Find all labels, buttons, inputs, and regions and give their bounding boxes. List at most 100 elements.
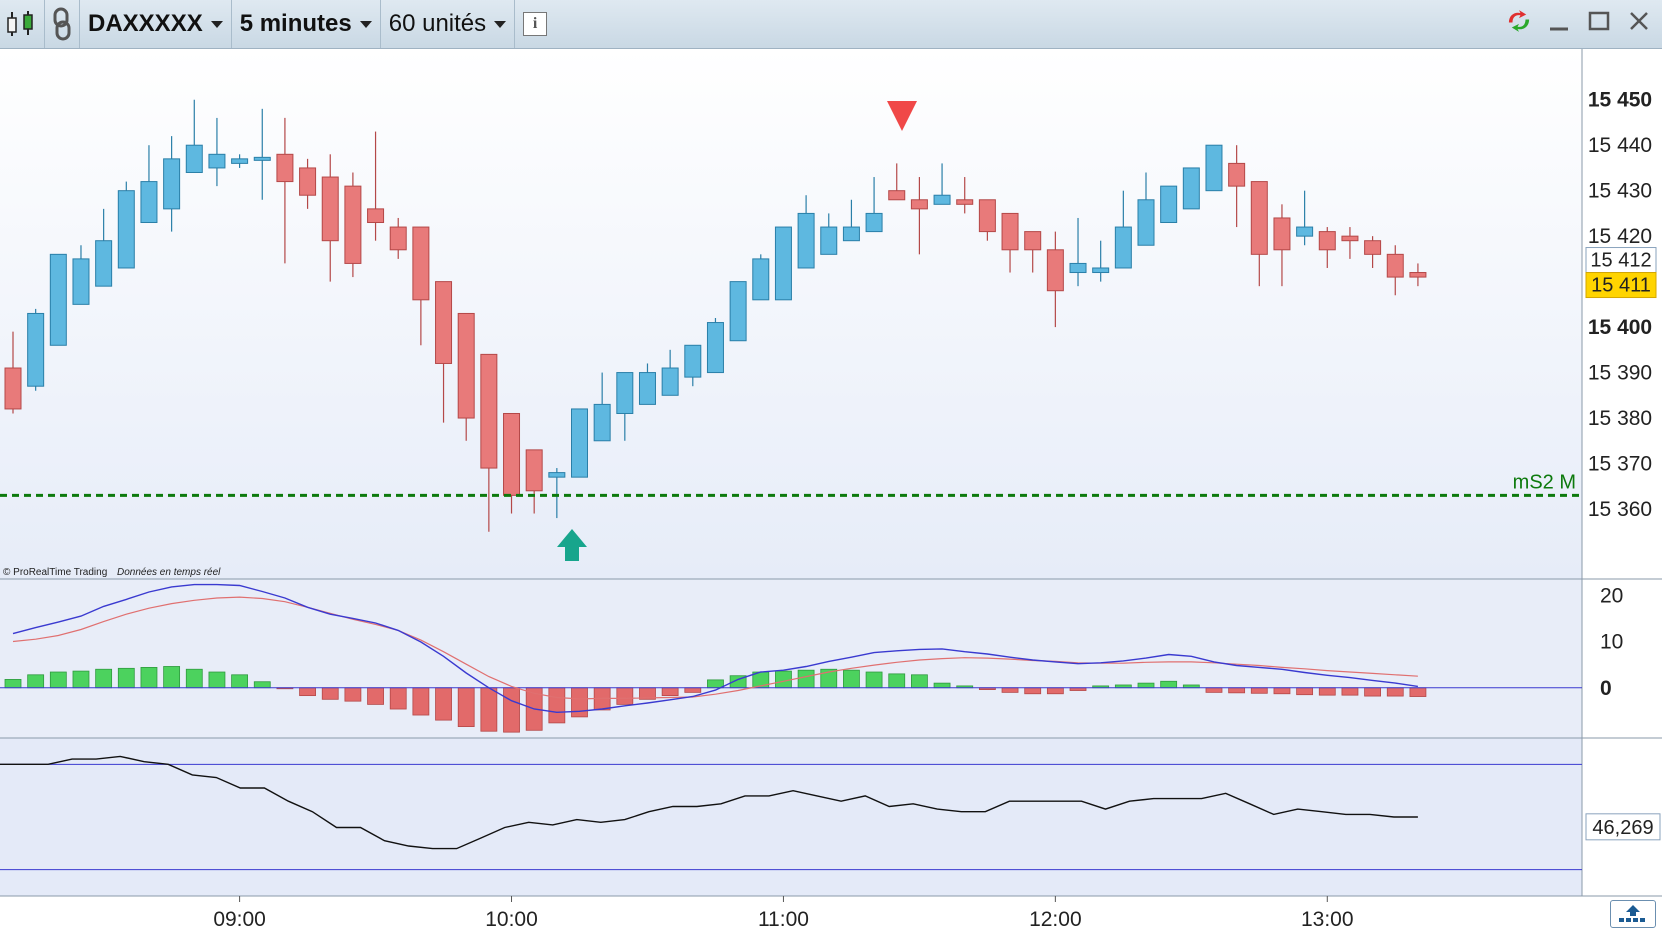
candle-body [276, 153, 294, 183]
close-button[interactable] [1626, 8, 1652, 34]
histogram-bar [299, 687, 316, 697]
time-tick-label: 10:00 [485, 908, 538, 931]
candle-body [1386, 253, 1404, 278]
candle-body [706, 322, 724, 374]
candle-body [1273, 217, 1291, 251]
histogram-bar [208, 671, 226, 689]
candle-body [1001, 212, 1019, 251]
histogram-tick-label: 20 [1600, 584, 1623, 607]
units-selector[interactable]: 60 unités [381, 0, 516, 48]
candle-body [389, 226, 407, 251]
histogram-bar [4, 679, 22, 689]
instrument-selector[interactable]: DAXXXXX [80, 0, 232, 48]
candle-body [1205, 144, 1223, 192]
candle-body [1114, 226, 1132, 269]
close-icon [1630, 12, 1648, 30]
histogram-bar [797, 669, 815, 689]
histogram-bar [1364, 687, 1381, 697]
scroll-end-icon [1619, 905, 1645, 922]
support-level-label: mS2 M [1513, 471, 1576, 493]
info-button[interactable]: i [515, 0, 555, 48]
candle-body [1160, 185, 1178, 224]
histogram-panel [0, 579, 1582, 738]
price-tick-label: 15 440 [1588, 134, 1652, 157]
histogram-bar [367, 687, 384, 705]
histogram-bar [1205, 687, 1223, 693]
histogram-bar [1409, 687, 1427, 697]
candle-body [117, 190, 135, 269]
histogram-bar [140, 667, 158, 689]
candle-body [774, 226, 792, 301]
histogram-bar [1046, 687, 1064, 695]
histogram-bar [616, 687, 634, 705]
candle-body [638, 372, 656, 405]
candle-body [503, 412, 521, 496]
last-price-label: 15 412 [1590, 250, 1651, 272]
chart-toolbar: DAXXXXX 5 minutes 60 unités i [0, 0, 1662, 49]
sync-arrows-icon [1508, 10, 1530, 32]
refresh-button[interactable] [1506, 8, 1532, 34]
scroll-to-end-button[interactable] [1610, 900, 1656, 928]
candle-body [842, 226, 860, 242]
chevron-down-icon [494, 20, 507, 28]
timeframe-selector[interactable]: 5 minutes [232, 0, 381, 48]
candle-body [571, 408, 588, 478]
minimize-button[interactable] [1546, 8, 1572, 34]
candle-body [321, 176, 339, 242]
candle-body [797, 212, 815, 269]
candle-body [1409, 272, 1427, 278]
histogram-bar [1341, 687, 1359, 696]
candle-body [729, 281, 747, 342]
credit-realtime: Données en temps réel [117, 567, 221, 578]
histogram-bar [1024, 687, 1042, 695]
candle-body [956, 199, 974, 205]
candle-body [95, 240, 113, 287]
candle-body [299, 167, 317, 196]
histogram-bar [843, 669, 860, 689]
price-tick-label: 15 420 [1588, 225, 1652, 248]
chart-area[interactable]: 15 450 15 440 15 430 15 420 15 400 15 390 15 3… [0, 49, 1662, 934]
info-icon: i [523, 12, 548, 36]
time-tick-label: 12:00 [1029, 908, 1082, 931]
candle-body [1250, 181, 1268, 255]
histogram-bar [412, 687, 430, 716]
candle-body [49, 253, 67, 346]
candle-body [72, 258, 90, 305]
chevron-down-icon [210, 20, 223, 28]
candle-body [1092, 267, 1110, 274]
link-button[interactable] [45, 0, 80, 48]
price-tick-label: 15 430 [1588, 180, 1652, 203]
price-tick-label: 15 400 [1588, 316, 1652, 339]
histogram-bar [503, 687, 520, 733]
histogram-tick-label: 0 [1600, 677, 1612, 700]
price-tick-label: 15 450 [1588, 89, 1652, 112]
histogram-bar [480, 687, 498, 732]
histogram-bar [1296, 687, 1314, 696]
candle-body [367, 208, 385, 224]
candle-body [4, 367, 22, 410]
histogram-bar [1001, 687, 1019, 693]
histogram-bar [185, 668, 203, 689]
histogram-bar [1318, 687, 1336, 696]
candle-body [1182, 167, 1200, 210]
maximize-button[interactable] [1586, 8, 1612, 34]
time-tick-label: 11:00 [758, 908, 809, 931]
histogram-bar [344, 687, 362, 702]
histogram-bar [49, 671, 67, 689]
histogram-bar [571, 687, 588, 718]
chart-window: DAXXXXX 5 minutes 60 unités i 15 450 15 … [0, 0, 1662, 934]
candle-body [525, 449, 543, 492]
candle-body [888, 190, 906, 201]
candle-body [933, 194, 951, 205]
candle-body [1341, 235, 1359, 242]
oscillator-panel [0, 738, 1582, 896]
histogram-bar [1250, 687, 1268, 694]
price-tick-label: 15 390 [1588, 362, 1652, 385]
candle-body [865, 212, 883, 233]
candle-body [457, 312, 475, 419]
candle-body [1046, 249, 1064, 292]
histogram-bar [707, 679, 724, 689]
chart-type-button[interactable] [0, 0, 45, 48]
chain-link-icon [53, 7, 71, 41]
credit-brand: © ProRealTime Trading [3, 567, 107, 578]
